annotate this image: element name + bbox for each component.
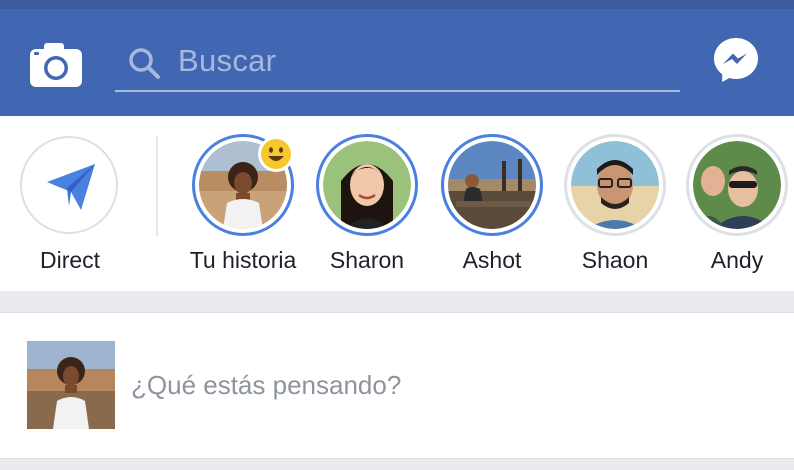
direct-button[interactable] xyxy=(20,136,118,234)
stories-tray: Direct Tu historia Sharon Ashot Shaon An… xyxy=(0,116,794,291)
story-ashot[interactable]: Ashot xyxy=(437,134,547,284)
story-label: Andy xyxy=(710,247,764,273)
avatar[interactable] xyxy=(27,341,115,429)
avatar xyxy=(571,141,659,229)
story-ring xyxy=(564,134,666,236)
story-andy[interactable]: Andy xyxy=(682,134,792,284)
composer-placeholder[interactable]: ¿Qué estás pensando? xyxy=(131,370,401,401)
emoji-badge xyxy=(258,136,294,172)
story-ring xyxy=(441,134,543,236)
avatar xyxy=(693,141,781,229)
paper-plane-icon xyxy=(47,164,95,210)
story-shaon[interactable]: Shaon xyxy=(560,134,670,284)
direct-label: Direct xyxy=(39,247,101,273)
story-tu-historia[interactable]: Tu historia xyxy=(188,134,298,284)
camera-icon[interactable] xyxy=(29,40,83,90)
smile-emoji-icon xyxy=(261,139,291,169)
story-sharon[interactable]: Sharon xyxy=(312,134,422,284)
search-placeholder: Buscar xyxy=(178,43,277,78)
top-bar: Buscar xyxy=(0,9,794,116)
search-icon xyxy=(129,48,160,79)
story-direct[interactable]: Direct xyxy=(15,134,125,284)
stories-divider xyxy=(156,136,158,236)
avatar xyxy=(323,141,411,229)
avatar xyxy=(448,141,536,229)
search-input[interactable]: Buscar xyxy=(115,34,680,92)
story-ring xyxy=(686,134,788,236)
status-bar xyxy=(0,0,794,9)
post-composer[interactable]: ¿Qué estás pensando? xyxy=(0,312,794,459)
story-ring xyxy=(316,134,418,236)
section-gap xyxy=(0,291,794,311)
messenger-icon[interactable] xyxy=(712,36,760,84)
